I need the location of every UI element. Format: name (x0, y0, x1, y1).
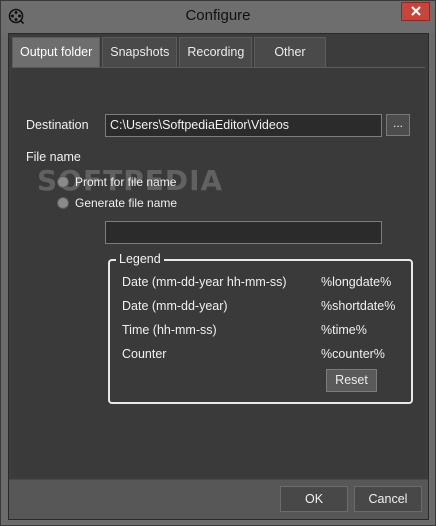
dialog-footer: OK Cancel (9, 479, 428, 519)
tab-other[interactable]: Other (254, 37, 326, 67)
legend-row-key: Counter (122, 347, 167, 361)
file-name-label: File name (26, 150, 81, 164)
legend-row-value: %longdate% (321, 275, 392, 289)
legend-row-key: Time (hh-mm-ss) (122, 323, 217, 337)
file-name-pattern-input[interactable] (105, 221, 382, 244)
title-bar: Configure (1, 1, 435, 33)
legend-title: Legend (116, 252, 164, 266)
radio-prompt-label: Promt for file name (75, 175, 177, 189)
output-folder-panel: Destination C:\Users\SoftpediaEditor\Vid… (12, 67, 425, 477)
close-icon (410, 5, 421, 19)
destination-label: Destination (26, 118, 89, 132)
radio-generate-label: Generate file name (75, 196, 178, 210)
configure-window: Configure Output folder Snapshots Record… (0, 0, 436, 526)
legend-row-value: %shortdate% (321, 299, 396, 313)
radio-generate-file-name[interactable]: Generate file name (57, 196, 177, 210)
legend-row-key: Date (mm-dd-year hh-mm-ss) (122, 275, 287, 289)
tab-strip: Output folder Snapshots Recording Other (12, 37, 328, 67)
destination-input[interactable]: C:\Users\SoftpediaEditor\Videos (105, 114, 382, 137)
tab-recording[interactable]: Recording (179, 37, 253, 67)
window-title: Configure (185, 7, 251, 24)
tab-output-folder[interactable]: Output folder (12, 37, 101, 67)
legend-row-value: %counter% (321, 347, 385, 361)
browse-button[interactable]: ... (386, 114, 410, 136)
close-button[interactable] (401, 2, 430, 21)
legend-group: Legend Date (mm-dd-year hh-mm-ss) %longd… (108, 252, 413, 404)
cancel-button[interactable]: Cancel (354, 486, 422, 512)
legend-row-key: Date (mm-dd-year) (122, 299, 228, 313)
legend-row-value: %time% (321, 323, 367, 337)
reset-button[interactable]: Reset (326, 369, 377, 392)
radio-prompt-file-name[interactable]: Promt for file name (57, 175, 176, 189)
ok-button[interactable]: OK (280, 486, 348, 512)
tab-snapshots[interactable]: Snapshots (102, 37, 178, 67)
dialog-body: Output folder Snapshots Recording Other … (8, 33, 429, 520)
radio-generate-circle[interactable] (57, 197, 69, 209)
radio-prompt-circle[interactable] (57, 176, 69, 188)
